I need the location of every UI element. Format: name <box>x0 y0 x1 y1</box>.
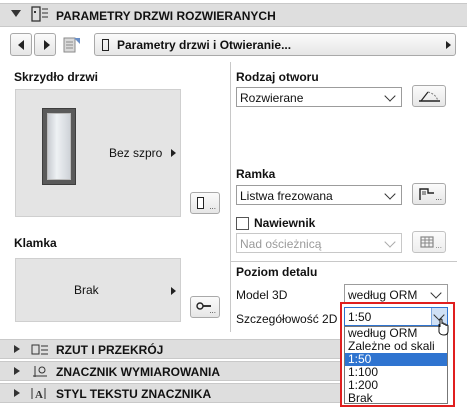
expand-arrow-icon[interactable] <box>14 389 20 397</box>
handle-preview-label: Brak <box>74 283 99 297</box>
vent-select: Nad ościeżnicą <box>236 233 402 253</box>
detail2d-label: Szczegółowość 2D <box>236 312 338 326</box>
frame-value: Listwa frezowana <box>240 189 333 203</box>
prev-button[interactable] <box>10 33 32 56</box>
dimension-marker-icon <box>31 364 49 379</box>
detail-level-label: Poziom detalu <box>236 265 318 279</box>
model3d-label: Model 3D <box>236 288 288 302</box>
section-plan-title: RZUT I PRZEKRÓJ <box>56 343 164 357</box>
arrow-right-icon <box>44 40 50 50</box>
frame-settings-button[interactable]: ... <box>412 183 446 205</box>
handle-preview[interactable]: Brak <box>15 258 181 322</box>
next-button[interactable] <box>34 33 56 56</box>
leaf-preview-arrow-icon <box>171 149 176 157</box>
detail2d-select[interactable]: 1:50 <box>344 307 448 326</box>
nav-toolbar: Parametry drzwi i Otwieranie... <box>10 33 456 57</box>
leaf-preview-label: Bez szpro <box>109 146 163 160</box>
door-settings-icon <box>31 6 49 23</box>
mouse-cursor-icon <box>437 318 451 336</box>
handle-label: Klamka <box>14 236 57 250</box>
dropdown-dots-icon: ... <box>209 202 216 211</box>
handle-settings-button[interactable]: ... <box>190 296 220 318</box>
detail2d-options-list[interactable]: według ORM Zależne od skali 1:50 1:100 1… <box>344 326 448 405</box>
section-plan-section[interactable]: RZUT I PRZEKRÓJ <box>0 339 340 359</box>
dimension-marker-section[interactable]: ZNACZNIK WYMIAROWANIA <box>0 361 340 381</box>
detail-divider <box>231 261 457 262</box>
model3d-select[interactable]: według ORM <box>344 284 448 304</box>
dropdown-dots-icon: ... <box>435 193 442 202</box>
opening-type-select[interactable]: Rozwierane <box>236 87 402 107</box>
door-thumbnail-icon <box>42 108 76 185</box>
expand-arrow-icon[interactable] <box>14 345 20 353</box>
vent-label: Nawiewnik <box>254 216 316 230</box>
panel-title: PARAMETRY DRZWI ROZWIERANYCH <box>56 9 276 23</box>
page-selector-arrow-icon <box>446 41 451 49</box>
leaf-label: Skrzydło drzwi <box>14 70 99 84</box>
column-divider <box>230 62 231 332</box>
text-style-icon: A <box>31 386 49 401</box>
detail2d-value: 1:50 <box>348 310 372 324</box>
marker-text-style-title: STYL TEKSTU ZNACZNIKA <box>56 387 212 401</box>
detail2d-option[interactable]: Brak <box>345 392 447 405</box>
door-leaf-icon <box>197 197 204 209</box>
dropdown-dots-icon: ... <box>209 306 216 315</box>
chevron-down-icon <box>430 287 442 299</box>
vent-grid-icon <box>419 235 435 249</box>
edit-favorite-icon[interactable] <box>62 35 82 55</box>
arrow-left-icon <box>18 40 24 50</box>
vent-value: Nad ościeżnicą <box>240 237 322 251</box>
frame-select[interactable]: Listwa frezowana <box>236 185 402 205</box>
expand-arrow-icon[interactable] <box>14 367 20 375</box>
chevron-down-icon <box>384 90 396 102</box>
page-selector-label: Parametry drzwi i Otwieranie... <box>117 38 292 52</box>
panel-header[interactable]: PARAMETRY DRZWI ROZWIERANYCH <box>0 3 467 27</box>
opening-type-button[interactable] <box>412 85 446 107</box>
page-selector[interactable]: Parametry drzwi i Otwieranie... <box>94 33 456 56</box>
opening-type-value: Rozwierane <box>240 91 304 105</box>
dimension-marker-title: ZNACZNIK WYMIAROWANIA <box>56 365 220 379</box>
leaf-preview[interactable]: Bez szpro <box>15 89 181 217</box>
dropdown-dots-icon: ... <box>435 241 442 250</box>
opening-type-label: Rodzaj otworu <box>236 70 319 84</box>
opening-swing-icon <box>418 90 442 102</box>
model3d-value: według ORM <box>348 288 418 302</box>
collapse-arrow-icon[interactable] <box>11 10 21 17</box>
leaf-settings-button[interactable]: ... <box>190 192 220 214</box>
vent-checkbox[interactable] <box>236 217 249 230</box>
plan-section-icon <box>31 342 49 357</box>
chevron-down-icon <box>384 188 396 200</box>
svg-text:A: A <box>35 389 43 401</box>
frame-label: Ramka <box>236 167 276 181</box>
door-page-icon <box>102 39 109 51</box>
vent-settings-button: ... <box>412 231 446 253</box>
chevron-down-icon <box>384 236 396 248</box>
marker-text-style-section[interactable]: A STYL TEKSTU ZNACZNIKA <box>0 383 340 403</box>
handle-preview-arrow-icon <box>171 287 176 295</box>
frame-profile-icon <box>418 187 436 201</box>
